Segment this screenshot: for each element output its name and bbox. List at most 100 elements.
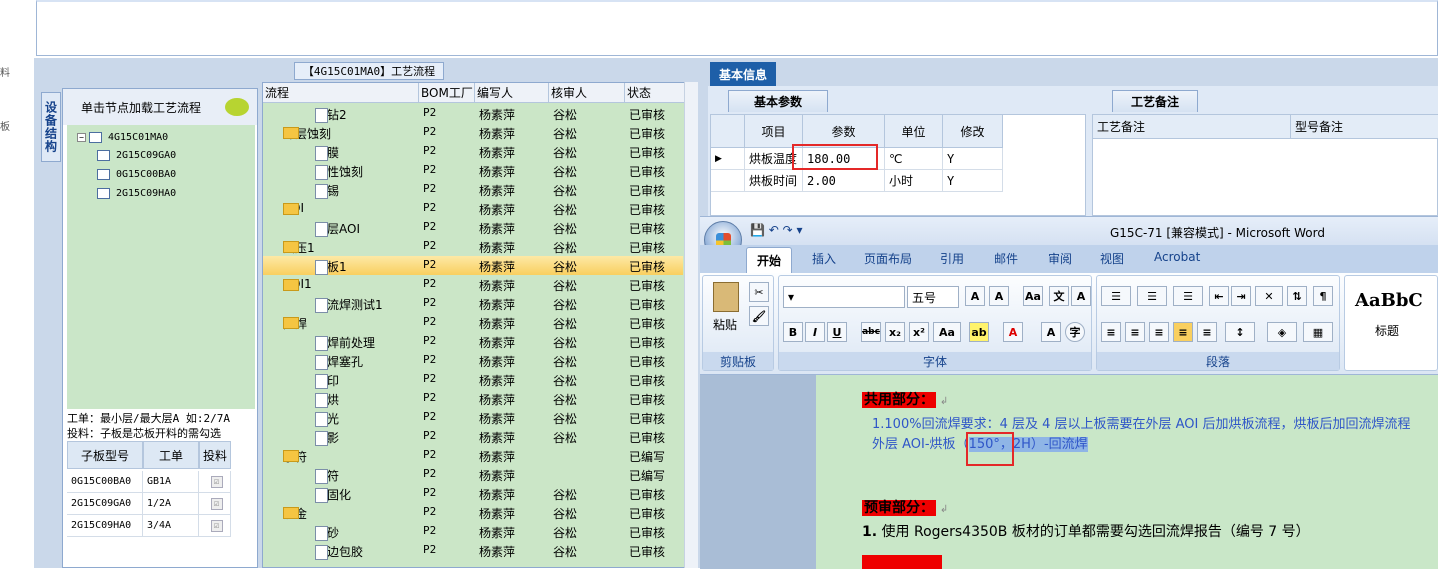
- process-scrollbar[interactable]: [684, 82, 698, 568]
- multilevel-icon[interactable]: ☰: [1173, 286, 1203, 306]
- grid-header[interactable]: 工单: [143, 441, 199, 469]
- style-name[interactable]: 标题: [1375, 322, 1399, 339]
- tab-basic-info[interactable]: 基本信息: [710, 62, 776, 86]
- process-row[interactable]: 退膜 P2 杨素萍 谷松 已审核: [263, 142, 683, 161]
- process-row[interactable]: −AOI1 P2 杨素萍 谷松 已审核: [263, 275, 683, 294]
- tab-references[interactable]: 引用: [940, 250, 964, 267]
- collapse-icon[interactable]: −: [77, 132, 86, 142]
- document-page[interactable]: 共用部分： ↲ 1.100%回流焊要求：4 层及 4 层以上板需要在外层 AOI…: [816, 375, 1438, 569]
- chinese-layout-icon[interactable]: ✕: [1255, 286, 1283, 306]
- feed-checkbox[interactable]: ☑: [199, 471, 231, 493]
- superscript-icon[interactable]: x²: [909, 322, 929, 342]
- shading-icon[interactable]: ◈: [1267, 322, 1297, 342]
- borders-icon[interactable]: ▦: [1303, 322, 1333, 342]
- process-row[interactable]: −外层蚀刻 P2 杨素萍 谷松 已审核: [263, 123, 683, 142]
- quick-access-toolbar[interactable]: 💾 ↶ ↷ ▾: [750, 223, 803, 237]
- distribute-icon[interactable]: ≡: [1197, 322, 1217, 342]
- cell-item[interactable]: 烘板时间: [745, 170, 803, 192]
- underline-icon[interactable]: U: [827, 322, 847, 342]
- process-row[interactable]: 字符 P2 杨素萍 已编写: [263, 465, 683, 484]
- align-center-icon[interactable]: ≡: [1125, 322, 1145, 342]
- tab-view[interactable]: 视图: [1100, 250, 1124, 267]
- shrink-font-icon[interactable]: A: [989, 286, 1009, 306]
- cell-unit[interactable]: 小时: [885, 170, 943, 192]
- cell-unit[interactable]: ℃: [885, 148, 943, 170]
- feed-checkbox[interactable]: ☑: [199, 493, 231, 515]
- process-row[interactable]: −层压1 P2 杨素萍 谷松 已审核: [263, 237, 683, 256]
- check-icon[interactable]: ☑: [210, 519, 223, 532]
- process-row[interactable]: 烘板1 P2 杨素萍 谷松 已审核: [263, 256, 683, 275]
- process-row[interactable]: 曝光 P2 杨素萍 谷松 已审核: [263, 408, 683, 427]
- font-size-combo[interactable]: 五号: [907, 286, 959, 308]
- tab-device-structure[interactable]: 设备结构: [41, 92, 61, 162]
- phonetic-icon[interactable]: 文: [1049, 286, 1069, 306]
- tree-node[interactable]: 2G15C09GA0: [97, 147, 176, 163]
- process-row[interactable]: −AOI P2 杨素萍 谷松 已审核: [263, 199, 683, 218]
- process-row[interactable]: 阻焊塞孔 P2 杨素萍 谷松 已审核: [263, 351, 683, 370]
- clear-format-icon[interactable]: Aa: [1023, 286, 1043, 306]
- process-row[interactable]: 丝印 P2 杨素萍 谷松 已审核: [263, 370, 683, 389]
- process-row[interactable]: −沉金 P2 杨素萍 谷松 已审核: [263, 503, 683, 522]
- process-row[interactable]: 回流焊测试1 P2 杨素萍 谷松 已审核: [263, 294, 683, 313]
- col-header[interactable]: BOM工厂: [419, 83, 475, 103]
- font-color-icon[interactable]: A: [1003, 322, 1023, 342]
- col-header[interactable]: 单位: [885, 115, 943, 148]
- grid-cell[interactable]: 2G15C09GA0: [67, 493, 143, 515]
- increase-indent-icon[interactable]: ⇥: [1231, 286, 1251, 306]
- process-row[interactable]: 板边包胶 P2 杨素萍 谷松 已审核: [263, 541, 683, 560]
- grid-header[interactable]: 投料: [199, 441, 231, 469]
- tab-home[interactable]: 开始: [746, 247, 793, 273]
- numbering-icon[interactable]: ☰: [1137, 286, 1167, 306]
- change-case-icon[interactable]: Aa: [933, 322, 961, 342]
- align-right-icon[interactable]: ≡: [1149, 322, 1169, 342]
- grid-cell[interactable]: 1/2A: [143, 493, 199, 515]
- grid-cell[interactable]: 2G15C09HA0: [67, 515, 143, 537]
- cell-edit[interactable]: Y: [943, 148, 1003, 170]
- tree-root-node[interactable]: − 4G15C01MA0: [77, 129, 168, 145]
- sort-icon[interactable]: ⇅: [1287, 286, 1307, 306]
- line-spacing-icon[interactable]: ↕: [1225, 322, 1255, 342]
- grid-cell[interactable]: 0G15C00BA0: [67, 471, 143, 493]
- cut-icon[interactable]: ✂: [749, 282, 769, 302]
- decrease-indent-icon[interactable]: ⇤: [1209, 286, 1229, 306]
- process-row[interactable]: 终固化 P2 杨素萍 谷松 已审核: [263, 484, 683, 503]
- col-header[interactable]: 状态: [625, 83, 685, 103]
- tree-node[interactable]: 2G15C09HA0: [97, 185, 176, 201]
- col-header[interactable]: 编写人: [475, 83, 549, 103]
- grid-header[interactable]: 子板型号: [67, 441, 143, 469]
- highlight-icon[interactable]: ab: [969, 322, 989, 342]
- strikethrough-icon[interactable]: abc: [861, 322, 881, 342]
- process-row[interactable]: 阻焊前处理 P2 杨素萍 谷松 已审核: [263, 332, 683, 351]
- process-row[interactable]: −阻焊 P2 杨素萍 谷松 已审核: [263, 313, 683, 332]
- tab-insert[interactable]: 插入: [812, 250, 836, 267]
- process-row[interactable]: 显影 P2 杨素萍 谷松 已审核: [263, 427, 683, 446]
- italic-icon[interactable]: I: [805, 322, 825, 342]
- tab-layout[interactable]: 页面布局: [864, 250, 912, 267]
- paste-icon[interactable]: [713, 282, 739, 312]
- process-row[interactable]: 外层AOI P2 杨素萍 谷松 已审核: [263, 218, 683, 237]
- check-icon[interactable]: ☑: [210, 475, 223, 488]
- tab-process-remark[interactable]: 工艺备注: [1112, 90, 1198, 112]
- char-shading-icon[interactable]: A: [1041, 322, 1061, 342]
- tab-review[interactable]: 审阅: [1048, 250, 1072, 267]
- enclose-char-icon[interactable]: 字: [1065, 322, 1085, 342]
- format-painter-icon[interactable]: 🖌: [749, 306, 769, 326]
- align-left-icon[interactable]: ≡: [1101, 322, 1121, 342]
- bullets-icon[interactable]: ☰: [1101, 286, 1131, 306]
- font-name-combo[interactable]: ▾: [783, 286, 905, 308]
- process-row[interactable]: 碱性蚀刻 P2 杨素萍 谷松 已审核: [263, 161, 683, 180]
- col-header[interactable]: 核审人: [549, 83, 625, 103]
- col-header[interactable]: 流程: [263, 83, 419, 103]
- tab-mailings[interactable]: 邮件: [994, 250, 1018, 267]
- bold-icon[interactable]: B: [783, 322, 803, 342]
- cell-edit[interactable]: Y: [943, 170, 1003, 192]
- grid-cell[interactable]: GB1A: [143, 471, 199, 493]
- process-row[interactable]: 喷砂 P2 杨素萍 谷松 已审核: [263, 522, 683, 541]
- col-header[interactable]: 型号备注: [1291, 115, 1438, 139]
- col-header[interactable]: 工艺备注: [1093, 115, 1291, 139]
- process-row[interactable]: −字符 P2 杨素萍 已编写: [263, 446, 683, 465]
- tab-acrobat[interactable]: Acrobat: [1154, 250, 1200, 264]
- justify-icon[interactable]: ≡: [1173, 322, 1193, 342]
- paste-label[interactable]: 粘贴: [713, 316, 737, 333]
- grow-font-icon[interactable]: A: [965, 286, 985, 306]
